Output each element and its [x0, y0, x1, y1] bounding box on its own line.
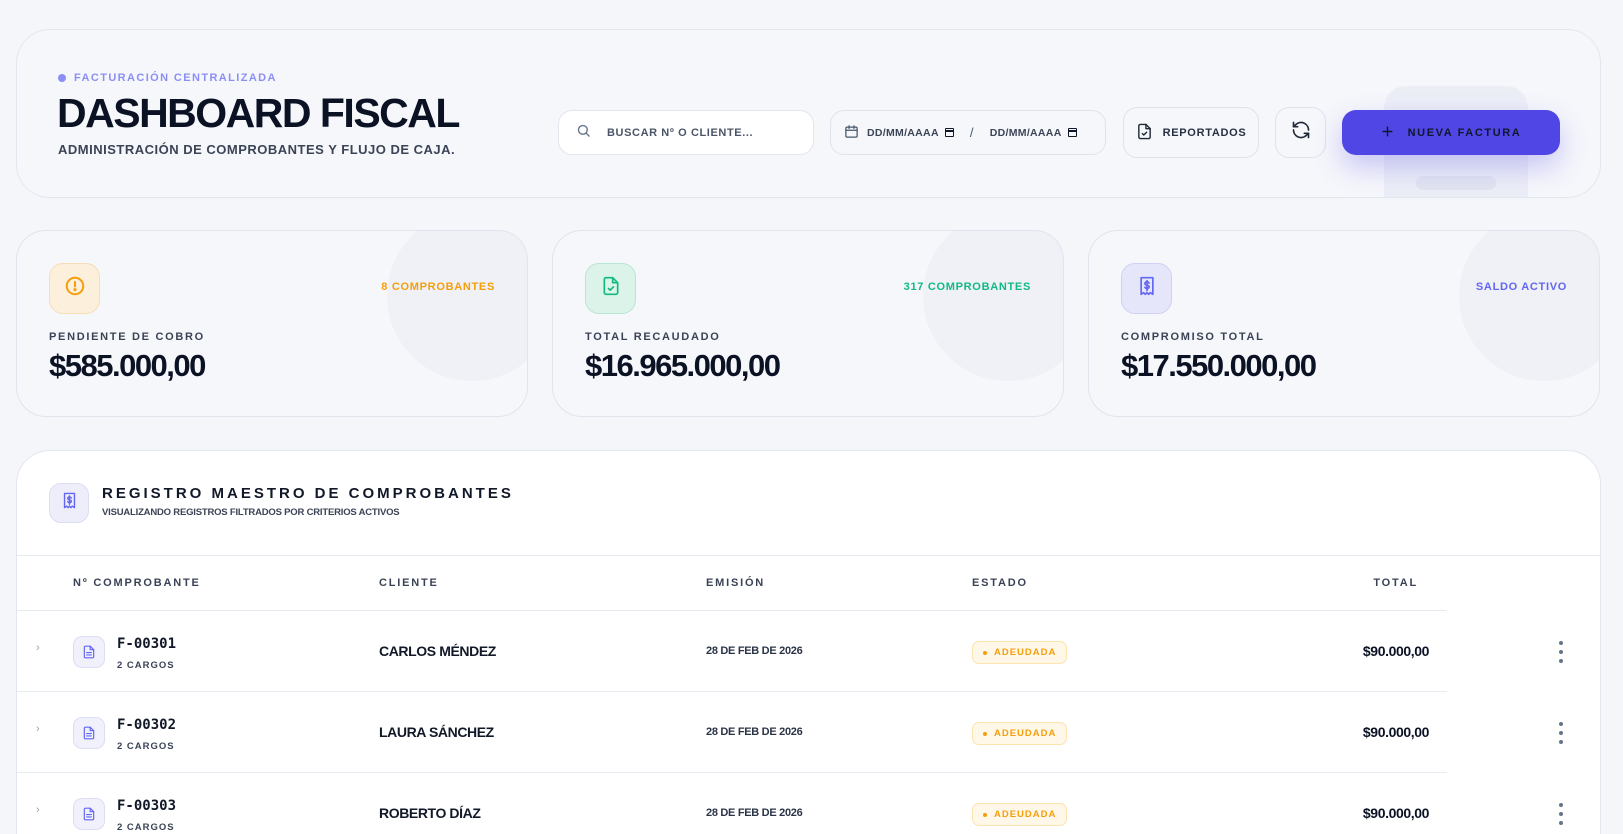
- stat-label: PENDIENTE DE COBRO: [49, 331, 205, 343]
- stat-icon-container: [49, 263, 100, 314]
- header-card: FACTURACIÓN CENTRALIZADA DASHBOARD FISCA…: [16, 29, 1601, 198]
- invoice-total: $90.000,00: [1362, 805, 1429, 821]
- refresh-icon: [1291, 120, 1311, 145]
- stat-icon-container: [585, 263, 636, 314]
- stat-value: $585.000,00: [49, 348, 206, 383]
- status-dot: [983, 731, 987, 736]
- page-subtitle: ADMINISTRACIÓN DE COMPROBANTES Y FLUJO D…: [58, 142, 456, 157]
- file-text-icon: [73, 798, 105, 830]
- refresh-button[interactable]: [1275, 107, 1326, 158]
- status-label: ADEUDADA: [994, 809, 1057, 820]
- page-title: DASHBOARD FISCAL: [57, 90, 460, 136]
- client-name: LAURA SÁNCHEZ: [379, 724, 494, 740]
- date-to-placeholder: DD/MM/AAAA: [989, 126, 1062, 139]
- stat-value: $17.550.000,00: [1121, 348, 1317, 383]
- invoice-number: F-00302: [117, 717, 177, 733]
- status-label: ADEUDADA: [994, 728, 1057, 739]
- eyebrow-dot: [58, 74, 66, 82]
- status-dot: [983, 650, 987, 655]
- table-row[interactable]: › F-00302 2 CARGOS LAURA SÁNCHEZ 28 DE F…: [17, 692, 1600, 773]
- stat-card-collected: 317 COMPROBANTES TOTAL RECAUDADO $16.965…: [552, 230, 1064, 417]
- new-invoice-button[interactable]: NUEVA FACTURA: [1342, 110, 1560, 155]
- eyebrow: FACTURACIÓN CENTRALIZADA: [58, 72, 277, 84]
- divider: [17, 555, 1600, 556]
- invoice-total: $90.000,00: [1362, 724, 1429, 740]
- status-label: ADEUDADA: [994, 647, 1057, 658]
- search-box[interactable]: [558, 110, 814, 155]
- receipt-dollar-icon: [61, 491, 78, 515]
- more-options-icon[interactable]: [1555, 722, 1567, 744]
- invoice-table-card: REGISTRO MAESTRO DE COMPROBANTES VISUALI…: [16, 450, 1601, 834]
- stat-count: 317 COMPROBANTES: [903, 281, 1031, 293]
- invoice-total: $90.000,00: [1362, 643, 1429, 659]
- date-picker-icon[interactable]: [944, 128, 954, 137]
- stat-count: SALDO ACTIVO: [1475, 281, 1567, 293]
- reportados-button[interactable]: REPORTADOS: [1123, 107, 1259, 158]
- reportados-label: REPORTADOS: [1162, 126, 1247, 139]
- stat-count: 8 COMPROBANTES: [381, 281, 495, 293]
- plus-icon: [1381, 125, 1394, 141]
- alert-circle-icon: [64, 275, 86, 302]
- stat-label: COMPROMISO TOTAL: [1121, 331, 1265, 343]
- chevron-right-icon[interactable]: ›: [36, 642, 40, 654]
- status-dot: [983, 812, 987, 817]
- table-row[interactable]: › F-00303 2 CARGOS ROBERTO DÍAZ 28 DE FE…: [17, 773, 1600, 834]
- date-from-placeholder: DD/MM/AAAA: [867, 126, 939, 139]
- more-options-icon[interactable]: [1555, 641, 1567, 663]
- calendar-icon: [844, 124, 859, 142]
- receipt-dollar-icon: [1137, 275, 1157, 302]
- date-to-input[interactable]: DD/MM/AAAA: [990, 127, 1077, 139]
- invoice-number: F-00301: [117, 636, 177, 652]
- client-name: ROBERTO DÍAZ: [379, 805, 481, 821]
- table-row[interactable]: › F-00301 2 CARGOS CARLOS MÉNDEZ 28 DE F…: [17, 611, 1600, 692]
- status-badge: ADEUDADA: [972, 803, 1068, 826]
- stat-card-commitment: SALDO ACTIVO COMPROMISO TOTAL $17.550.00…: [1088, 230, 1600, 417]
- table-subtitle: VISUALIZANDO REGISTROS FILTRADOS POR CRI…: [102, 507, 400, 518]
- stat-value: $16.965.000,00: [585, 348, 781, 383]
- date-range-filter: DD/MM/AAAA / DD/MM/AAAA: [830, 110, 1106, 155]
- client-name: CARLOS MÉNDEZ: [379, 643, 496, 659]
- new-invoice-label: NUEVA FACTURA: [1407, 126, 1522, 139]
- column-header-client[interactable]: CLIENTE: [379, 577, 439, 589]
- file-text-icon: [73, 717, 105, 749]
- invoice-number: F-00303: [117, 798, 177, 814]
- chevron-right-icon[interactable]: ›: [36, 804, 40, 816]
- column-header-number[interactable]: Nº COMPROBANTE: [73, 577, 201, 589]
- issue-date: 28 DE FEB DE 2026: [706, 807, 803, 819]
- date-separator: /: [969, 125, 974, 140]
- file-check-icon: [1136, 122, 1153, 144]
- status-badge: ADEUDADA: [972, 641, 1068, 664]
- status-badge: ADEUDADA: [972, 722, 1068, 745]
- search-icon: [576, 123, 591, 143]
- more-options-icon[interactable]: [1555, 803, 1567, 825]
- table-title: REGISTRO MAESTRO DE COMPROBANTES: [102, 485, 514, 502]
- file-text-icon: [73, 636, 105, 668]
- table-header-icon-container: [49, 483, 89, 523]
- issue-date: 28 DE FEB DE 2026: [706, 726, 803, 738]
- stat-icon-container: [1121, 263, 1172, 314]
- file-check-icon: [601, 275, 621, 302]
- column-header-total[interactable]: TOTAL: [1373, 577, 1418, 589]
- column-header-status[interactable]: ESTADO: [972, 577, 1028, 589]
- eyebrow-label: FACTURACIÓN CENTRALIZADA: [74, 72, 277, 84]
- date-picker-icon[interactable]: [1067, 128, 1077, 137]
- issue-date: 28 DE FEB DE 2026: [706, 645, 803, 657]
- invoice-charges: 2 CARGOS: [117, 660, 175, 671]
- date-from-input[interactable]: DD/MM/AAAA: [867, 127, 954, 139]
- invoice-charges: 2 CARGOS: [117, 741, 175, 752]
- invoice-charges: 2 CARGOS: [117, 822, 175, 833]
- chevron-right-icon[interactable]: ›: [36, 723, 40, 735]
- column-header-issued[interactable]: EMISIÓN: [706, 577, 765, 589]
- search-input[interactable]: [607, 126, 797, 139]
- stat-label: TOTAL RECAUDADO: [585, 331, 721, 343]
- stat-card-pending: 8 COMPROBANTES PENDIENTE DE COBRO $585.0…: [16, 230, 528, 417]
